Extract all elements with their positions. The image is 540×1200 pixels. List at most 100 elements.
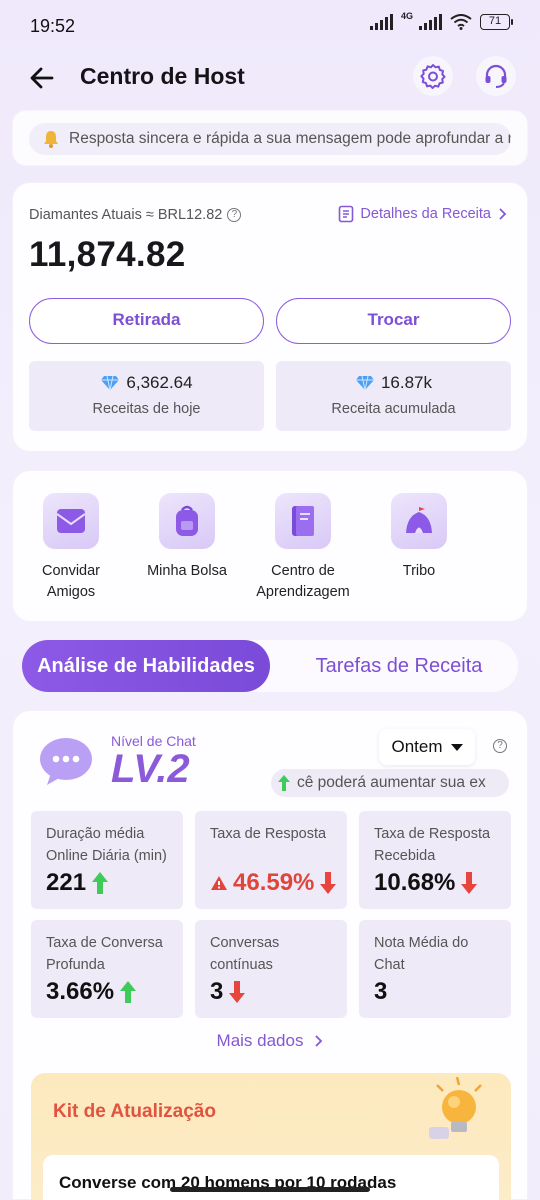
headset-icon (485, 64, 507, 88)
tools-card: Convidar Amigos Minha Bolsa Centro de Apre… (12, 470, 528, 622)
tool-tribe[interactable]: Tribo (361, 493, 477, 582)
metric-value-row: 221 (46, 869, 109, 897)
metric-label-line1: Taxa de Conversa (46, 935, 163, 951)
today-revenue-row: 6,362.64 (29, 373, 264, 393)
tab-revenue-tasks[interactable]: Tarefas de Receita (280, 640, 518, 692)
metric-label-line1: Nota Média do (374, 935, 469, 951)
earnings-card: Diamantes Atuais ≈ BRL12.82 ? Detalhes d… (12, 182, 528, 452)
battery-icon: 71 (480, 14, 513, 30)
question-icon[interactable]: ? (227, 208, 242, 222)
metric-label-line1: Taxa de Resposta (374, 826, 491, 842)
signal-icon (369, 14, 393, 30)
tool-learning-center[interactable]: Centro de Aprendizagem (245, 493, 361, 603)
diamonds-label-text: Diamantes Atuais ≈ BRL12.82 (29, 207, 223, 223)
arrow-up-icon (120, 981, 137, 1003)
tool-label: Tribo (361, 561, 477, 582)
caret-down-icon (450, 743, 463, 751)
network-type: 4G (400, 11, 413, 21)
metric-label-line1: Conversas (210, 935, 280, 951)
diamond-icon (101, 375, 120, 391)
total-revenue-label: Receita acumulada (331, 401, 456, 417)
withdraw-button[interactable]: Retirada (29, 298, 264, 344)
metric-label: Duração média Online Diária (min) (46, 823, 175, 867)
more-data-link[interactable]: Mais dados (13, 1031, 527, 1051)
metric-value: 3 (210, 978, 224, 1005)
metric-value-row: 3.66% (46, 978, 137, 1006)
tool-label-line2: Aprendizagem (256, 584, 350, 600)
notice-marquee[interactable]: Resposta sincera e rápida a sua mensagem… (29, 123, 511, 155)
tool-invite-friends[interactable]: Convidar Amigos (13, 493, 129, 603)
revenue-details-label: Detalhes da Receita (360, 206, 491, 222)
question-icon[interactable]: ? (493, 739, 507, 753)
header: Centro de Host (0, 52, 540, 104)
revenue-details-link[interactable]: Detalhes da Receita (338, 205, 507, 223)
notice-text: Resposta sincera e rápida a sua mensagem… (69, 130, 511, 147)
tool-label-line2: Amigos (46, 584, 96, 600)
metric-deep-conversation-rate: Taxa de Conversa Profunda 3.66% (31, 920, 183, 1018)
metric-label: Conversas contínuas (210, 932, 339, 976)
arrow-up-icon (278, 775, 290, 791)
metric-received-response-rate: Taxa de Resposta Recebida 10.68% (359, 811, 511, 909)
date-filter-value: Ontem (391, 737, 443, 756)
level-hint-text: cê poderá aumentar sua ex (297, 774, 486, 791)
document-icon (339, 205, 354, 223)
envelope-icon (43, 493, 99, 549)
metric-continuous-conversations: Conversas contínuas 3 (195, 920, 347, 1018)
date-filter-select[interactable]: Ontem (379, 729, 475, 765)
metric-value: 3.66% (46, 978, 115, 1005)
settings-button[interactable] (413, 56, 453, 96)
metric-label-line2: Chat (374, 957, 405, 973)
metric-value: 46.59% (233, 869, 315, 896)
diamond-icon (355, 375, 374, 391)
gear-icon (420, 64, 446, 89)
arrow-down-icon (461, 872, 478, 894)
upgrade-kit-title: Kit de Atualização (53, 1101, 216, 1122)
backpack-icon (159, 493, 215, 549)
metric-label: Taxa de Resposta Recebida (374, 823, 503, 867)
battery-level: 71 (488, 15, 502, 27)
arrow-down-icon (229, 981, 246, 1003)
skills-card: Nível de Chat LV.2 Ontem ? cê poderá aum… (12, 710, 528, 1200)
section-tabs: Análise de Habilidades Tarefas de Receit… (22, 640, 518, 692)
metric-value: 10.68% (374, 869, 456, 896)
metric-label-line2: Online Diária (min) (46, 848, 167, 864)
home-indicator[interactable] (170, 1187, 370, 1192)
notice-banner: Resposta sincera e rápida a sua mensagem… (12, 110, 528, 166)
metric-value-row: 46.59% (210, 869, 337, 897)
today-revenue-box: 6,362.64 Receitas de hoje (29, 361, 264, 431)
metric-label-line1: Duração média (46, 826, 145, 842)
back-arrow-icon[interactable] (26, 62, 58, 94)
tool-my-bag[interactable]: Minha Bolsa (129, 493, 245, 582)
tool-label-line1: Tribo (402, 563, 436, 579)
status-icons: 4G 71 (369, 11, 513, 30)
today-revenue-value: 6,362.64 (126, 373, 193, 392)
metric-value-row: 10.68% (374, 869, 478, 897)
status-bar: 19:52 4G 71 (0, 0, 540, 52)
tool-label: Convidar Amigos (13, 561, 129, 603)
metric-label: Taxa de Conversa Profunda (46, 932, 175, 976)
book-icon (275, 493, 331, 549)
support-button[interactable] (476, 56, 516, 96)
diamonds-label: Diamantes Atuais ≈ BRL12.82 ? (29, 207, 242, 223)
exchange-button[interactable]: Trocar (276, 298, 511, 344)
chevron-right-icon (315, 1035, 323, 1047)
metric-label-line2: Recebida (374, 848, 436, 864)
metric-value-row: 3 (374, 978, 387, 1006)
lightbulb-icon (429, 1077, 482, 1139)
total-revenue-row: 16.87k (276, 373, 511, 393)
total-revenue-box: 16.87k Receita acumulada (276, 361, 511, 431)
total-revenue-value: 16.87k (380, 373, 433, 392)
metric-label-line2: Profunda (46, 957, 105, 973)
signal-icon (419, 14, 442, 30)
chat-bubble-icon (40, 738, 92, 785)
status-time: 19:52 (30, 16, 76, 36)
metric-value: 221 (46, 869, 87, 896)
metric-response-rate: Taxa de Resposta 46.59% (195, 811, 347, 909)
tent-icon (391, 493, 447, 549)
upgrade-task-item[interactable]: Converse com 20 homens por 10 rodadas (43, 1155, 499, 1200)
metric-value: 3 (374, 978, 388, 1005)
more-data-label: Mais dados (216, 1031, 304, 1050)
tab-skills-analysis[interactable]: Análise de Habilidades (22, 640, 270, 692)
metric-avg-online-duration: Duração média Online Diária (min) 221 (31, 811, 183, 909)
chat-level-value: LV.2 (111, 747, 190, 791)
